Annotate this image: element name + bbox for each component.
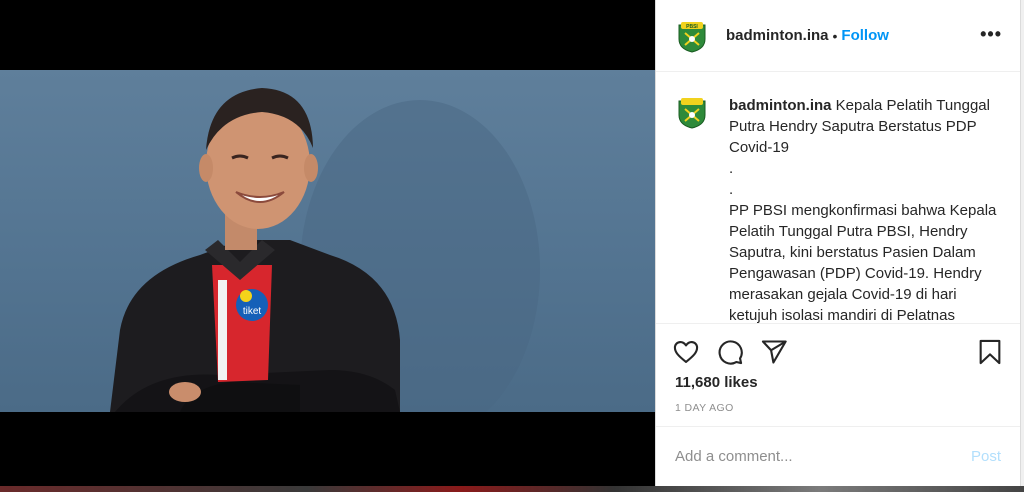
share-icon[interactable]: [760, 338, 788, 366]
post-header: PBSI badminton.ina • Follow •••: [656, 0, 1020, 72]
pbsi-logo-icon: PBSI: [678, 21, 706, 53]
action-icons: [672, 338, 788, 366]
person-photo: tiket: [110, 88, 540, 412]
likes-count[interactable]: 11,680 likes: [675, 374, 758, 391]
more-icon[interactable]: •••: [980, 24, 1002, 45]
caption-body: . . PP PBSI mengkonfirmasi bahwa Kepala …: [729, 160, 997, 323]
header-username[interactable]: badminton.ina: [726, 27, 829, 44]
post-media[interactable]: tiket: [0, 0, 655, 486]
avatar-text: PBSI: [686, 24, 698, 30]
profile-avatar[interactable]: PBSI: [675, 18, 709, 53]
post-comment-button[interactable]: Post: [971, 448, 1001, 465]
header-separator: •: [832, 27, 838, 44]
heart-icon[interactable]: [672, 338, 700, 366]
comment-input[interactable]: [675, 448, 971, 465]
caption-section: badminton.ina Kepala Pelatih Tunggal Put…: [656, 73, 1020, 323]
post-timestamp[interactable]: 1 DAY AGO: [675, 402, 734, 414]
comment-bar: Post: [656, 426, 1020, 486]
post-photo: tiket: [0, 70, 655, 412]
caption-text: badminton.ina Kepala Pelatih Tunggal Put…: [729, 95, 999, 323]
post-actions: 11,680 likes 1 DAY AGO Post: [656, 323, 1020, 483]
caption-avatar[interactable]: [675, 95, 709, 323]
background-strip: [0, 486, 1024, 492]
bookmark-icon[interactable]: [976, 338, 1004, 366]
shirt-logo-text: tiket: [243, 306, 262, 317]
caption-username[interactable]: badminton.ina: [729, 97, 832, 114]
post-side-panel: PBSI badminton.ina • Follow ••• badminto…: [655, 0, 1021, 486]
comment-icon[interactable]: [716, 338, 744, 366]
pbsi-logo-icon: [678, 98, 706, 129]
instagram-post-viewer: tiket PBSI badminton.ina • Follow ••• ba…: [0, 0, 1024, 492]
follow-button[interactable]: Follow: [841, 27, 889, 44]
